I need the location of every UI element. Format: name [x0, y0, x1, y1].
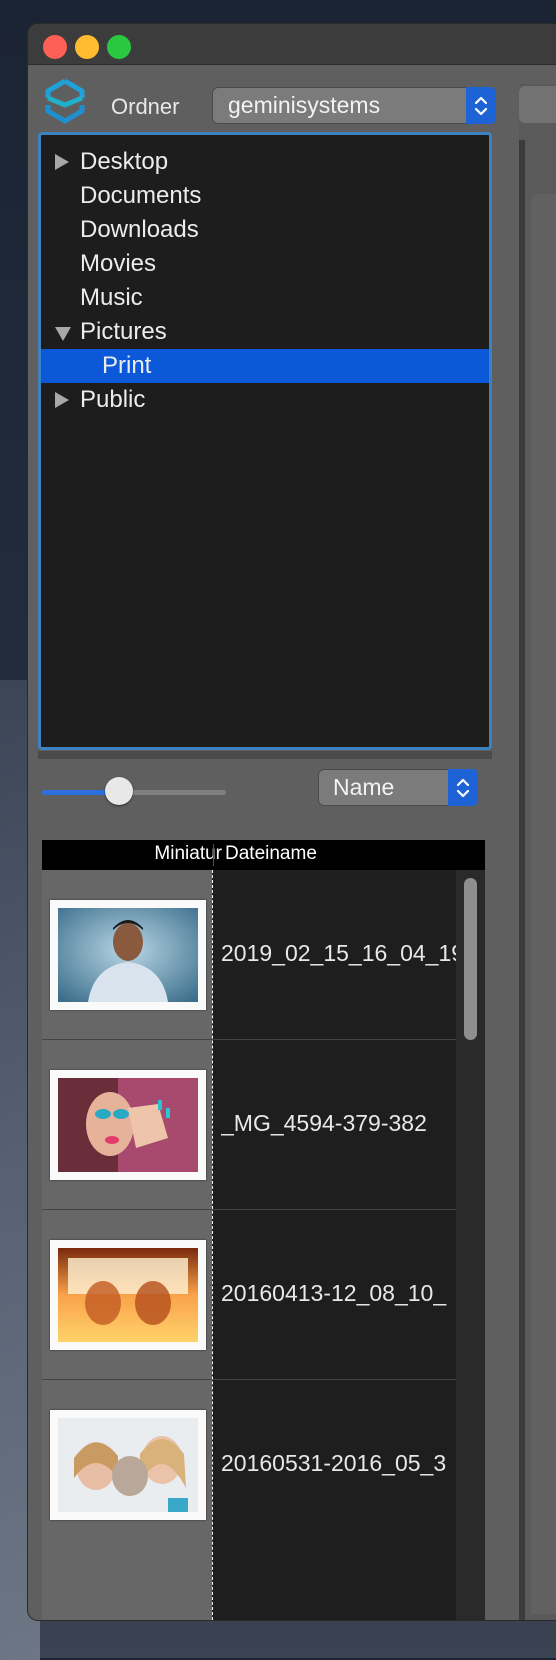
thumbnail-image: [58, 1078, 198, 1172]
folder-select-arrows[interactable]: [466, 87, 496, 124]
tree-item-label: Movies: [80, 250, 157, 277]
thumbnail: [50, 900, 206, 1010]
thumbnail-image: [58, 1248, 198, 1342]
column-separator[interactable]: [213, 844, 214, 866]
tree-item-label: Desktop: [80, 148, 169, 175]
right-panel-button[interactable]: [519, 86, 556, 123]
thumbnail-image: [58, 908, 198, 1002]
zoom-button[interactable]: [107, 35, 131, 59]
folder-tree[interactable]: Desktop Documents Downloads Movies Music…: [38, 132, 492, 750]
file-table[interactable]: Miniatur Dateiname 2019_02_15_16_04_19 _…: [42, 840, 485, 1620]
column-header-thumbnail[interactable]: Miniatur: [154, 843, 222, 865]
disclosure-triangle-icon[interactable]: [55, 392, 69, 408]
filename-cell: 20160413-12_08_10_: [221, 1280, 447, 1306]
thumbnail: [50, 1070, 206, 1180]
tree-item-documents[interactable]: Documents: [41, 179, 489, 213]
table-row[interactable]: 20160413-12_08_10_: [42, 1210, 456, 1380]
table-row[interactable]: _MG_4594-379-382: [42, 1040, 456, 1210]
folder-select-value: geminisystems: [228, 92, 381, 118]
folder-label: Ordner: [111, 94, 180, 119]
tree-item-desktop[interactable]: Desktop: [41, 145, 489, 179]
app-logo-icon: [45, 78, 85, 124]
thumbnail: [50, 1240, 206, 1350]
disclosure-triangle-icon[interactable]: [55, 154, 69, 170]
tree-item-movies[interactable]: Movies: [41, 247, 489, 281]
minimize-button[interactable]: [75, 35, 99, 59]
column-divider: [212, 870, 213, 1620]
table-header: Miniatur Dateiname: [42, 840, 485, 870]
tree-item-pictures[interactable]: Pictures: [41, 315, 489, 349]
thumbnail: [50, 1410, 206, 1520]
scrollbar-thumb[interactable]: [464, 878, 477, 1040]
tree-item-downloads[interactable]: Downloads: [41, 213, 489, 247]
folder-select[interactable]: geminisystems: [212, 87, 496, 124]
thumbnail-size-slider[interactable]: [42, 790, 226, 795]
thumbnail-image: [58, 1418, 198, 1512]
tree-item-label: Print: [102, 352, 152, 379]
right-panel-content: [531, 194, 556, 1614]
sort-select[interactable]: Name: [318, 769, 478, 806]
close-button[interactable]: [43, 35, 67, 59]
sort-select-arrows[interactable]: [448, 769, 478, 806]
tree-item-label: Music: [80, 284, 143, 311]
column-header-filename[interactable]: Dateiname: [225, 843, 317, 865]
up-down-chevron-icon: [474, 96, 488, 116]
tree-item-music[interactable]: Music: [41, 281, 489, 315]
title-bar: [28, 24, 556, 65]
filename-cell: 20160531-2016_05_3: [221, 1450, 447, 1476]
panel-splitter[interactable]: [519, 140, 525, 1620]
disclosure-triangle-icon[interactable]: [55, 327, 71, 341]
app-window: Ordner geminisystems Desktop Documents D…: [28, 24, 556, 1620]
tree-item-print[interactable]: Print: [41, 349, 489, 383]
tree-item-label: Pictures: [80, 318, 167, 345]
tree-item-label: Documents: [80, 182, 202, 209]
tree-item-label: Downloads: [80, 216, 199, 243]
table-row[interactable]: 2019_02_15_16_04_19: [42, 870, 457, 1040]
filename-cell: 2019_02_15_16_04_19: [221, 940, 457, 966]
slider-knob[interactable]: [105, 777, 133, 805]
vertical-scrollbar[interactable]: [456, 870, 485, 1620]
sort-select-value: Name: [333, 774, 395, 800]
up-down-chevron-icon: [456, 778, 470, 798]
tree-bottom-bar: [38, 751, 492, 759]
tree-item-label: Public: [80, 386, 146, 413]
right-panel-edge: [519, 84, 556, 1620]
table-row[interactable]: 20160531-2016_05_3: [42, 1380, 456, 1550]
filename-cell: _MG_4594-379-382: [221, 1110, 427, 1136]
tree-item-public[interactable]: Public: [41, 383, 489, 417]
